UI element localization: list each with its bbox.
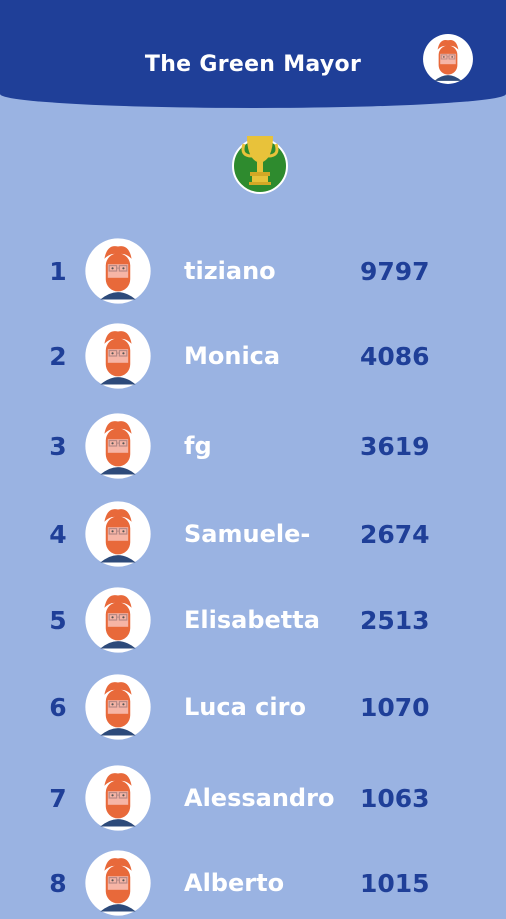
player-name: Alberto bbox=[184, 869, 285, 897]
player-score: 1015 bbox=[360, 869, 430, 898]
rank-number: 2 bbox=[49, 342, 67, 371]
avatar-icon bbox=[85, 674, 151, 740]
player-name: Monica bbox=[184, 342, 281, 370]
player-score: 1063 bbox=[360, 784, 430, 813]
player-name: tiziano bbox=[184, 257, 276, 285]
rank-number: 5 bbox=[49, 606, 67, 635]
avatar-icon bbox=[85, 501, 151, 567]
player-name: Alessandro bbox=[184, 784, 335, 812]
player-name: Samuele- bbox=[184, 520, 311, 548]
rank-number: 7 bbox=[49, 784, 67, 813]
rank-number: 8 bbox=[49, 869, 67, 898]
avatar-icon bbox=[85, 850, 151, 916]
rank-number: 4 bbox=[49, 520, 67, 549]
rank-number: 3 bbox=[49, 432, 67, 461]
player-score: 3619 bbox=[360, 432, 430, 461]
top-bar: The Green Mayor bbox=[0, 0, 506, 108]
leaderboard-row[interactable]: 7 Alessandro 1063 bbox=[0, 764, 506, 834]
rank-number: 1 bbox=[49, 257, 67, 286]
player-score: 9797 bbox=[360, 257, 430, 286]
leaderboard-row[interactable]: 2 Monica 4086 bbox=[0, 322, 506, 392]
player-score: 4086 bbox=[360, 342, 430, 371]
trophy-icon bbox=[232, 136, 288, 194]
avatar-icon bbox=[85, 323, 151, 389]
user-avatar-icon[interactable] bbox=[422, 33, 474, 85]
leaderboard-row[interactable]: 6 Luca ciro 1070 bbox=[0, 673, 506, 743]
leaderboard-row[interactable]: 3 fg 3619 bbox=[0, 412, 506, 482]
avatar-icon bbox=[85, 413, 151, 479]
avatar-icon bbox=[85, 238, 151, 304]
player-score: 1070 bbox=[360, 693, 430, 722]
leaderboard-row[interactable]: 1 tiziano 9797 bbox=[0, 237, 506, 307]
leaderboard-row[interactable]: 5 Elisabetta 2513 bbox=[0, 586, 506, 656]
leaderboard-row[interactable]: 4 Samuele- 2674 bbox=[0, 500, 506, 570]
avatar-icon bbox=[85, 765, 151, 831]
leaderboard-row[interactable]: 8 Alberto 1015 bbox=[0, 849, 506, 919]
player-score: 2513 bbox=[360, 606, 430, 635]
player-score: 2674 bbox=[360, 520, 430, 549]
avatar-icon bbox=[85, 587, 151, 653]
player-name: Elisabetta bbox=[184, 606, 320, 634]
rank-number: 6 bbox=[49, 693, 67, 722]
player-name: fg bbox=[184, 432, 212, 460]
player-name: Luca ciro bbox=[184, 693, 306, 721]
